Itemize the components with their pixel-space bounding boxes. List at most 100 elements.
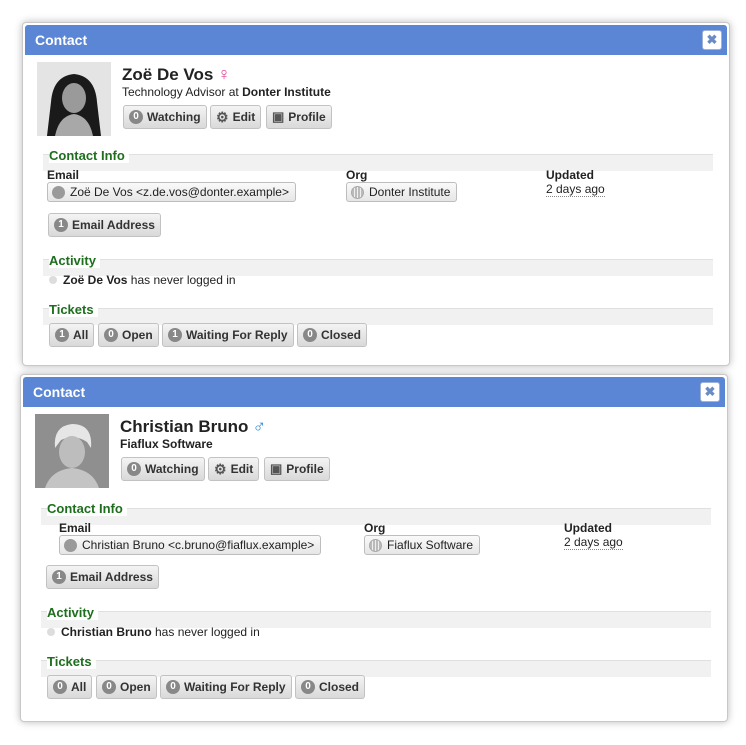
user-avatar-icon — [64, 538, 77, 552]
close-button[interactable]: ✖ — [700, 382, 720, 402]
activity-user: Zoë De Vos — [63, 273, 128, 287]
tickets-all-button[interactable]: 0 All — [47, 675, 93, 699]
profile-button[interactable]: ▣ Profile — [266, 105, 332, 129]
tickets-all-button[interactable]: 1 All — [49, 323, 95, 347]
updated-label: Updated — [564, 521, 612, 535]
org-chip[interactable]: Donter Institute — [346, 182, 458, 202]
tickets-waiting-label: Waiting For Reply — [184, 680, 286, 694]
contact-name: Zoë De Vos ♀ — [122, 64, 231, 84]
email-address-button[interactable]: 1 Email Address — [48, 213, 161, 237]
contact-card: Contact ✖ Zoë De Vos ♀ Technology Advisor… — [22, 22, 730, 366]
updated-label: Updated — [546, 168, 594, 182]
tickets-closed-button[interactable]: 0 Closed — [297, 323, 368, 347]
tickets-waiting-button[interactable]: 1 Waiting For Reply — [162, 323, 294, 347]
email-chip[interactable]: Zoë De Vos <z.de.vos@donter.example> — [47, 182, 296, 202]
tickets-closed-count: 0 — [303, 328, 317, 342]
user-avatar-icon — [52, 185, 65, 199]
company-name: Fiaflux Software — [120, 437, 213, 451]
email-label: Email — [47, 168, 80, 182]
edit-button[interactable]: ⚙ Edit — [210, 105, 262, 129]
building-icon — [369, 538, 382, 552]
org-value: Fiaflux Software — [387, 538, 474, 552]
org-label: Org — [346, 168, 368, 182]
profile-label: Profile — [286, 462, 324, 476]
tickets-waiting-button[interactable]: 0 Waiting For Reply — [160, 675, 292, 699]
org-value: Donter Institute — [369, 185, 451, 199]
updated-value: 2 days ago — [564, 535, 623, 550]
section-title-contact-info: Contact Info — [47, 501, 127, 516]
female-icon: ♀ — [217, 64, 231, 84]
id-card-icon: ▣ — [272, 109, 285, 124]
watching-button[interactable]: 0 Watching — [121, 457, 205, 481]
watching-label: Watching — [145, 462, 199, 476]
company-name: Donter Institute — [242, 85, 331, 99]
id-card-icon: ▣ — [270, 461, 283, 476]
tickets-closed-button[interactable]: 0 Closed — [295, 675, 366, 699]
tickets-open-button[interactable]: 0 Open — [96, 675, 157, 699]
activity-user: Christian Bruno — [61, 625, 152, 639]
tickets-open-count: 0 — [102, 680, 116, 694]
tickets-waiting-count: 0 — [166, 680, 180, 694]
tickets-open-label: Open — [120, 680, 151, 694]
close-icon: ✖ — [704, 384, 716, 399]
updated-value: 2 days ago — [546, 182, 605, 197]
activity-text: Zoë De Vos has never logged in — [63, 273, 236, 287]
email-address-count: 1 — [54, 218, 68, 232]
tickets-open-button[interactable]: 0 Open — [98, 323, 159, 347]
tickets-all-count: 1 — [55, 328, 69, 342]
section-title-contact-info: Contact Info — [49, 148, 129, 163]
email-address-count: 1 — [52, 570, 66, 584]
male-icon: ♂ — [252, 416, 266, 436]
card-header: Contact ✖ — [23, 377, 725, 407]
tickets-waiting-count: 1 — [168, 328, 182, 342]
gear-icon: ⚙ — [214, 460, 227, 477]
watching-button[interactable]: 0 Watching — [123, 105, 207, 129]
close-icon: ✖ — [706, 32, 718, 47]
avatar — [35, 414, 109, 488]
contact-name: Christian Bruno ♂ — [120, 416, 266, 436]
email-chip[interactable]: Christian Bruno <c.bruno@fiaflux.example… — [59, 535, 322, 555]
contact-card: Contact ✖ Christian Bruno ♂ Fiaflux Softw… — [20, 374, 728, 722]
close-button[interactable]: ✖ — [702, 30, 722, 50]
tickets-closed-label: Closed — [321, 328, 362, 342]
tickets-open-count: 0 — [104, 328, 118, 342]
email-address-button[interactable]: 1 Email Address — [46, 565, 159, 589]
email-label: Email — [59, 521, 92, 535]
email-value: Christian Bruno <c.bruno@fiaflux.example… — [82, 538, 315, 552]
activity-dot-icon — [49, 276, 57, 284]
watching-count: 0 — [127, 462, 141, 476]
profile-label: Profile — [288, 110, 326, 124]
tickets-open-label: Open — [122, 328, 153, 342]
building-icon — [351, 185, 364, 199]
section-title-activity: Activity — [47, 605, 98, 620]
activity-dot-icon — [47, 628, 55, 636]
tickets-closed-count: 0 — [301, 680, 315, 694]
activity-text: Christian Bruno has never logged in — [61, 625, 260, 639]
tickets-all-label: All — [71, 680, 87, 694]
tickets-all-label: All — [73, 328, 89, 342]
card-header: Contact ✖ — [25, 25, 727, 55]
email-address-label: Email Address — [70, 570, 153, 584]
tickets-all-count: 0 — [53, 680, 67, 694]
card-title: Contact — [33, 384, 86, 400]
watching-label: Watching — [147, 110, 201, 124]
profile-button[interactable]: ▣ Profile — [264, 457, 330, 481]
email-address-label: Email Address — [72, 218, 155, 232]
contact-title: Fiaflux Software — [120, 437, 213, 451]
gear-icon: ⚙ — [216, 108, 229, 125]
section-title-activity: Activity — [49, 253, 100, 268]
tickets-closed-label: Closed — [319, 680, 360, 694]
watching-count: 0 — [129, 110, 143, 124]
section-title-tickets: Tickets — [49, 302, 98, 317]
edit-button[interactable]: ⚙ Edit — [208, 457, 260, 481]
section-divider — [43, 154, 713, 171]
avatar — [37, 62, 111, 136]
card-title: Contact — [35, 32, 88, 48]
edit-label: Edit — [230, 462, 254, 476]
edit-label: Edit — [232, 110, 256, 124]
org-chip[interactable]: Fiaflux Software — [364, 535, 481, 555]
contact-title: Technology Advisor at Donter Institute — [122, 85, 331, 99]
org-label: Org — [364, 521, 386, 535]
tickets-waiting-label: Waiting For Reply — [186, 328, 288, 342]
email-value: Zoë De Vos <z.de.vos@donter.example> — [70, 185, 289, 199]
